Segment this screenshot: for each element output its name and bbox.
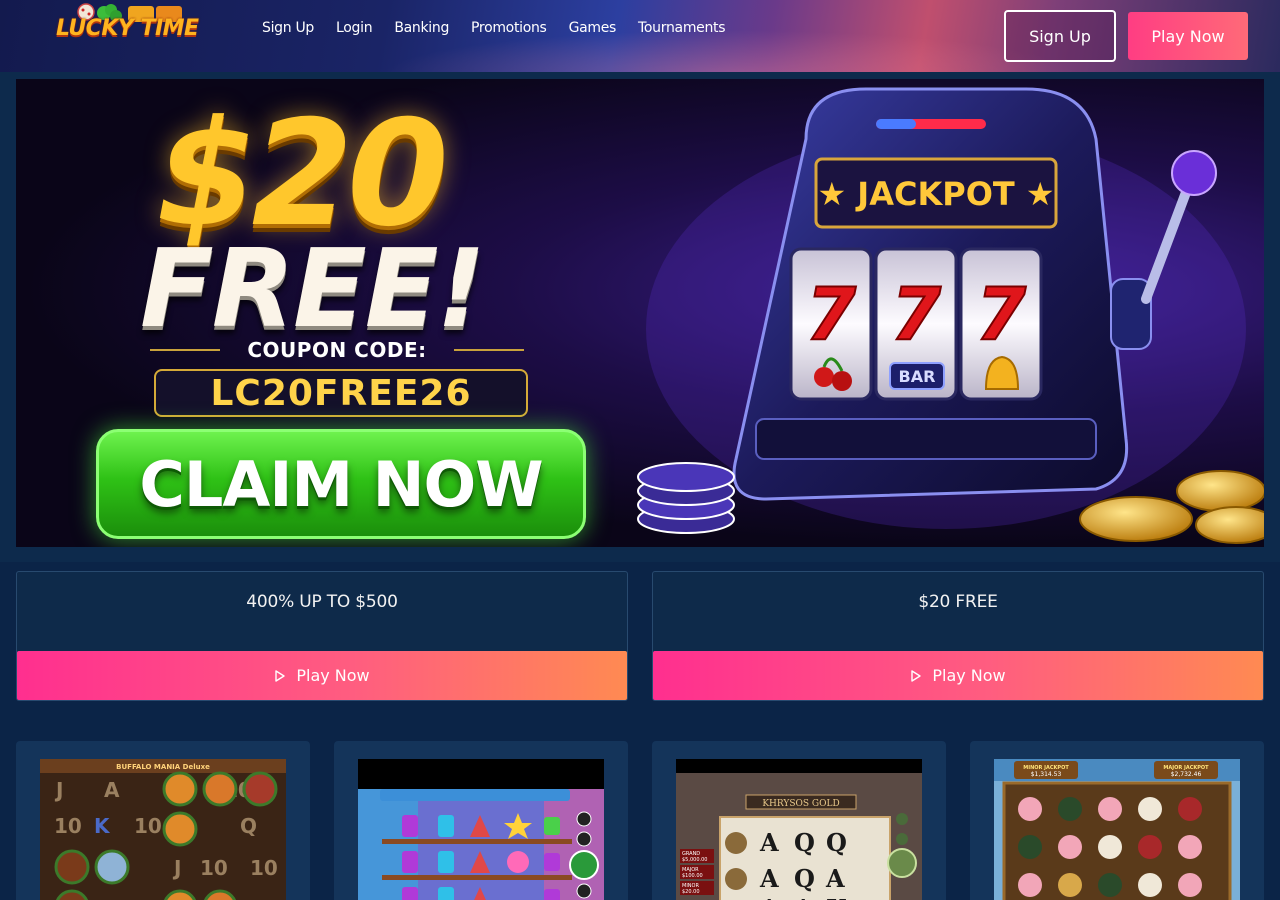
site-header: LUCKY TIME Sign Up Login Banking Promoti… — [0, 0, 1280, 72]
thumb-title: BUFFALO MANIA Deluxe — [116, 763, 210, 771]
game-card-pig-jackpot[interactable]: MINOR JACKPOT $1,314.53 MAJOR JACKPOT $2… — [970, 741, 1264, 900]
thumb-value: $100.00 — [682, 873, 703, 879]
hero-free-text: FREE! — [140, 227, 486, 352]
offer-card-400-percent: 400% UP TO $500 Play Now — [16, 571, 628, 701]
svg-text:A: A — [825, 864, 845, 893]
svg-text:J: J — [54, 778, 63, 802]
svg-text:A: A — [759, 894, 779, 900]
svg-text:A: A — [104, 778, 120, 802]
header-sign-up-button[interactable]: Sign Up — [1004, 10, 1116, 62]
offer-button-label: Play Now — [932, 666, 1006, 685]
nav-sign-up[interactable]: Sign Up — [262, 20, 314, 36]
thumb-title: KHRYSOS GOLD — [762, 799, 839, 809]
nav-promotions[interactable]: Promotions — [471, 20, 547, 36]
nav-games[interactable]: Games — [569, 20, 617, 36]
buffalo-slot-thumbnail[interactable]: BUFFALO MANIA Deluxe JA 10 K 10 10 Q J 10 10 — [40, 759, 286, 900]
gems-slot-thumbnail[interactable] — [358, 759, 604, 900]
promo-banner[interactable]: $20 FREE! COUPON CODE: LC20FREE26 CLAIM … — [16, 79, 1264, 547]
svg-text:A: A — [759, 828, 779, 857]
pig-slot-thumbnail[interactable]: MINOR JACKPOT $1,314.53 MAJOR JACKPOT $2… — [994, 759, 1240, 900]
svg-text:10: 10 — [54, 814, 82, 838]
nav-banking[interactable]: Banking — [394, 20, 449, 36]
thumb-value: $20.00 — [682, 889, 700, 895]
lucky-time-logo[interactable]: LUCKY TIME — [56, 2, 206, 48]
svg-text:J: J — [172, 856, 181, 880]
offer-play-now-button[interactable]: Play Now — [17, 651, 627, 700]
logo-text: LUCKY TIME — [56, 16, 199, 41]
offer-title: $20 FREE — [918, 592, 998, 612]
coupon-label: COUPON CODE: — [247, 338, 427, 362]
jackpot-label: ★ JACKPOT ★ — [817, 175, 1054, 213]
reel-seven-1: 7 — [806, 272, 856, 356]
play-icon — [910, 669, 922, 682]
divider — [453, 349, 524, 351]
play-icon — [274, 669, 286, 682]
svg-text:K: K — [826, 894, 848, 900]
coupon-heading: COUPON CODE: — [150, 338, 524, 362]
offer-title: 400% UP TO $500 — [246, 592, 398, 612]
svg-text:10: 10 — [134, 814, 162, 838]
svg-text:K: K — [94, 814, 111, 838]
bar-label: BAR — [899, 367, 936, 386]
svg-text:A: A — [793, 894, 813, 900]
divider — [150, 349, 220, 351]
svg-text:Q: Q — [240, 814, 257, 838]
offer-play-now-button[interactable]: Play Now — [653, 651, 1263, 700]
claim-now-button[interactable]: CLAIM NOW — [96, 429, 586, 539]
game-card-buffalo-mania[interactable]: BUFFALO MANIA Deluxe JA 10 K 10 10 Q J 10 10 — [16, 741, 310, 900]
hero-section: $20 FREE! COUPON CODE: LC20FREE26 CLAIM … — [0, 72, 1280, 562]
thumb-value: $5,000.00 — [682, 857, 707, 863]
thumb-value: $1,314.53 — [1031, 771, 1062, 778]
reel-seven-2: 7 — [891, 272, 941, 356]
svg-text:Q: Q — [826, 828, 847, 857]
offer-card-20-free: $20 FREE Play Now — [652, 571, 1264, 701]
nav-login[interactable]: Login — [336, 20, 373, 36]
svg-text:10: 10 — [250, 856, 278, 880]
khrysos-gold-thumbnail[interactable]: KHRYSOS GOLD AQQ AQA AAK GRAND $5,000.00… — [676, 759, 922, 900]
slot-machine-icon: ★ JACKPOT ★ 7 7 7 BAR — [637, 87, 1264, 544]
main-nav: Sign Up Login Banking Promotions Games T… — [262, 20, 726, 36]
svg-text:Q: Q — [794, 828, 815, 857]
svg-text:Q: Q — [794, 864, 815, 893]
game-card-khrysos-gold[interactable]: KHRYSOS GOLD AQQ AQA AAK GRAND $5,000.00… — [652, 741, 946, 900]
svg-text:10: 10 — [200, 856, 228, 880]
reel-seven-3: 7 — [976, 272, 1026, 356]
game-card-gems[interactable] — [334, 741, 628, 900]
offer-button-label: Play Now — [296, 666, 370, 685]
svg-text:A: A — [759, 864, 779, 893]
header-play-now-button[interactable]: Play Now — [1128, 12, 1248, 60]
thumb-value: $2,732.46 — [1171, 771, 1202, 778]
nav-tournaments[interactable]: Tournaments — [638, 20, 725, 36]
coupon-code: LC20FREE26 — [154, 369, 528, 417]
